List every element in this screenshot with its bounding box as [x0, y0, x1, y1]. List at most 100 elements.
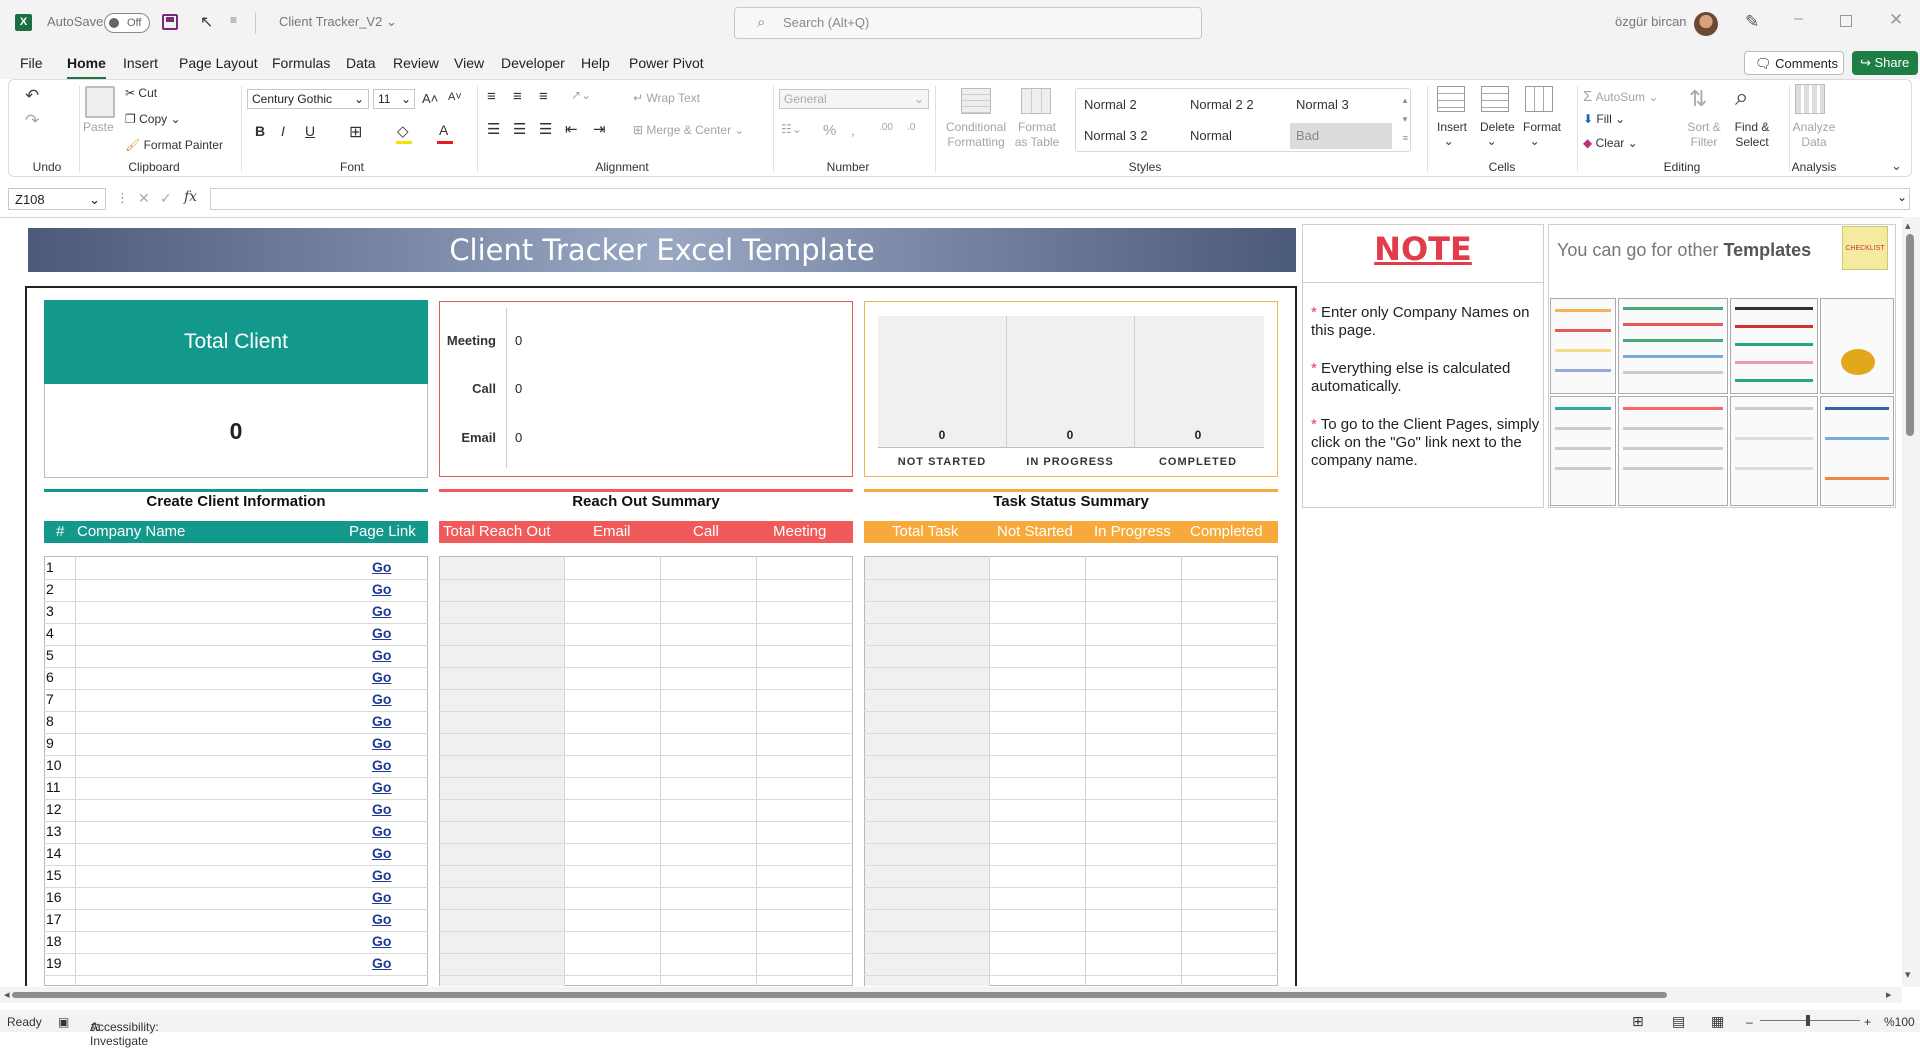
- delete-cells-button[interactable]: Delete ⌄: [1480, 120, 1515, 148]
- go-link[interactable]: Go: [372, 911, 391, 927]
- cell-styles-gallery[interactable]: Normal 2 Normal 2 2 Normal 3 Normal 3 2 …: [1075, 88, 1411, 152]
- macro-record-icon[interactable]: ▣: [58, 1015, 69, 1029]
- go-link[interactable]: Go: [372, 625, 391, 641]
- conditional-formatting-button[interactable]: Conditional Formatting: [945, 120, 1007, 150]
- client-table[interactable]: [44, 556, 428, 986]
- align-middle-icon[interactable]: ≡: [513, 88, 522, 105]
- share-button[interactable]: ↪ Share: [1852, 51, 1918, 75]
- merge-center-button[interactable]: ⊞ Merge & Center ⌄: [633, 123, 744, 137]
- format-as-table-button[interactable]: Format as Table: [1013, 120, 1061, 150]
- template-thumbnail[interactable]: [1618, 298, 1728, 394]
- page-layout-view-icon[interactable]: ▤: [1672, 1013, 1685, 1030]
- find-select-button[interactable]: Find & Select: [1727, 120, 1777, 150]
- sort-filter-button[interactable]: Sort & Filter: [1679, 120, 1729, 150]
- confirm-entry-icon[interactable]: ✓: [160, 190, 172, 207]
- page-break-view-icon[interactable]: ▦: [1711, 1013, 1724, 1030]
- find-icon[interactable]: ⌕: [1735, 84, 1748, 112]
- style-normal-2[interactable]: Normal 2: [1078, 92, 1180, 118]
- template-thumbnail[interactable]: [1820, 396, 1894, 506]
- align-right-icon[interactable]: ☰: [539, 120, 552, 138]
- insert-cells-button[interactable]: Insert ⌄: [1437, 120, 1467, 148]
- redo-icon[interactable]: ↷: [25, 111, 39, 131]
- comments-button[interactable]: 🗨 Comments: [1744, 51, 1844, 75]
- styles-scroll-icon[interactable]: ▴ ▾ ≡: [1403, 91, 1408, 148]
- go-link[interactable]: Go: [372, 933, 391, 949]
- font-name-select[interactable]: Century Gothic ⌄: [247, 89, 369, 109]
- cancel-entry-icon[interactable]: ✕: [138, 190, 150, 207]
- go-link[interactable]: Go: [372, 691, 391, 707]
- user-name[interactable]: özgür bircan: [1615, 14, 1687, 29]
- format-as-table-icon[interactable]: [1021, 88, 1051, 114]
- wrap-text-button[interactable]: ↵ Wrap Text: [633, 91, 700, 105]
- style-normal-2-2[interactable]: Normal 2 2: [1184, 92, 1286, 118]
- template-thumbnail[interactable]: [1618, 396, 1728, 506]
- checklist-icon[interactable]: CHECKLIST: [1842, 226, 1888, 270]
- decrease-decimal-icon[interactable]: .0: [907, 122, 915, 133]
- save-icon[interactable]: [162, 14, 178, 30]
- increase-font-icon[interactable]: A˄: [422, 91, 438, 106]
- go-link[interactable]: Go: [372, 889, 391, 905]
- cut-button[interactable]: ✂ Cut: [125, 86, 157, 100]
- collapse-ribbon-icon[interactable]: ⌄: [1891, 158, 1902, 174]
- templates-link[interactable]: You can go for other Templates: [1557, 240, 1811, 261]
- decrease-font-icon[interactable]: A˅: [448, 91, 462, 103]
- orientation-icon[interactable]: ↗⌄: [571, 88, 591, 102]
- font-color-icon[interactable]: A: [439, 122, 448, 138]
- zoom-slider[interactable]: [1760, 1020, 1860, 1021]
- insert-cells-icon[interactable]: [1437, 86, 1465, 112]
- bold-icon[interactable]: B: [255, 123, 265, 139]
- go-link[interactable]: Go: [372, 669, 391, 685]
- go-link[interactable]: Go: [372, 757, 391, 773]
- fill-button[interactable]: ⬇ Fill ⌄: [1583, 112, 1625, 126]
- search-box[interactable]: ⌕ Search (Alt+Q): [734, 7, 1202, 39]
- template-thumbnail[interactable]: [1550, 298, 1616, 394]
- vertical-scroll-thumb[interactable]: [1906, 234, 1914, 436]
- go-link[interactable]: Go: [372, 603, 391, 619]
- borders-icon[interactable]: ⊞: [349, 122, 362, 142]
- align-left-icon[interactable]: ☰: [487, 120, 500, 138]
- scroll-up-icon[interactable]: ▴: [1905, 219, 1911, 232]
- menu-home[interactable]: Home: [67, 55, 106, 80]
- paste-icon[interactable]: [85, 86, 115, 118]
- analyze-data-icon[interactable]: [1795, 84, 1825, 114]
- currency-icon[interactable]: ☷⌄: [781, 122, 802, 136]
- close-icon[interactable]: ✕: [1889, 10, 1903, 30]
- font-size-select[interactable]: 11 ⌄: [373, 89, 415, 109]
- analyze-data-button[interactable]: Analyze Data: [1789, 120, 1839, 150]
- scroll-down-icon[interactable]: ▾: [1905, 968, 1911, 981]
- menu-view[interactable]: View: [454, 55, 484, 71]
- style-bad[interactable]: Bad: [1290, 123, 1392, 149]
- italic-icon[interactable]: I: [281, 123, 285, 139]
- zoom-level[interactable]: %100: [1884, 1015, 1915, 1029]
- template-thumbnails[interactable]: [1548, 296, 1896, 508]
- style-normal[interactable]: Normal: [1184, 123, 1286, 149]
- minimize-icon[interactable]: –: [1794, 10, 1803, 28]
- horizontal-scroll-thumb[interactable]: [12, 992, 1667, 998]
- clear-button[interactable]: ◆ Clear ⌄: [1583, 136, 1638, 150]
- go-link[interactable]: Go: [372, 735, 391, 751]
- percent-icon[interactable]: %: [823, 122, 836, 139]
- comma-icon[interactable]: ,: [851, 122, 855, 138]
- formula-input[interactable]: ⌄: [210, 188, 1910, 210]
- format-cells-icon[interactable]: [1525, 86, 1553, 112]
- options-dots-icon[interactable]: ⋮: [116, 190, 129, 206]
- restore-icon[interactable]: [1840, 15, 1852, 27]
- menu-insert[interactable]: Insert: [123, 55, 158, 71]
- go-link[interactable]: Go: [372, 845, 391, 861]
- go-link[interactable]: Go: [372, 581, 391, 597]
- go-link[interactable]: Go: [372, 867, 391, 883]
- increase-decimal-icon[interactable]: .00: [879, 122, 893, 133]
- insert-function-icon[interactable]: fx: [184, 189, 197, 205]
- underline-icon[interactable]: U: [305, 123, 315, 139]
- go-link[interactable]: Go: [372, 713, 391, 729]
- paste-button[interactable]: Paste: [83, 120, 114, 134]
- zoom-out-icon[interactable]: –: [1746, 1015, 1753, 1029]
- template-thumbnail[interactable]: [1730, 396, 1818, 506]
- avatar[interactable]: [1694, 12, 1718, 36]
- align-center-icon[interactable]: ☰: [513, 120, 526, 138]
- go-link[interactable]: Go: [372, 559, 391, 575]
- menu-power-pivot[interactable]: Power Pivot: [629, 55, 704, 71]
- align-top-icon[interactable]: ≡: [487, 88, 496, 105]
- style-normal-3-2[interactable]: Normal 3 2: [1078, 123, 1180, 149]
- increase-indent-icon[interactable]: ⇥: [593, 120, 606, 138]
